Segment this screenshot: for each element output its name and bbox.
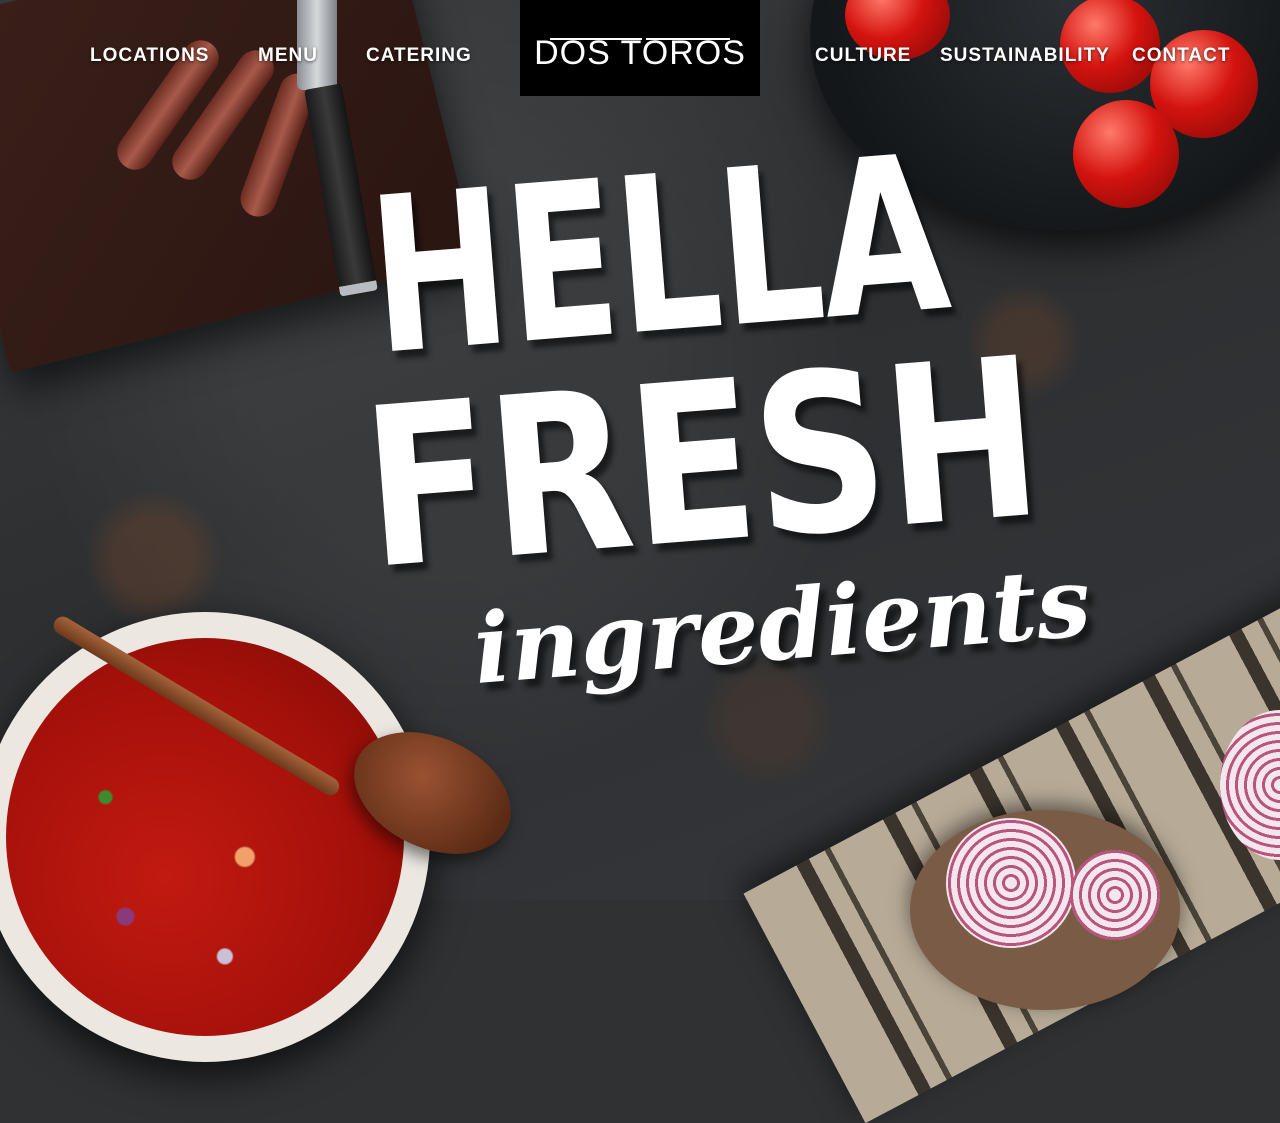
- nav-sustainability[interactable]: SUSTAINABILITY: [940, 45, 1110, 67]
- salsa: [6, 638, 404, 1036]
- red-onion: [946, 818, 1076, 948]
- nav-contact[interactable]: CONTACT: [1132, 45, 1230, 67]
- nav-menu[interactable]: MENU: [258, 45, 318, 67]
- logo-text: DOS TOROS: [534, 34, 746, 72]
- nav-locations[interactable]: LOCATIONS: [90, 45, 209, 67]
- red-onion: [1070, 850, 1160, 940]
- logo[interactable]: DOS TOROS: [520, 0, 760, 96]
- nav-culture[interactable]: CULTURE: [815, 45, 911, 67]
- nav-catering[interactable]: CATERING: [366, 45, 472, 67]
- tomato: [1073, 100, 1179, 208]
